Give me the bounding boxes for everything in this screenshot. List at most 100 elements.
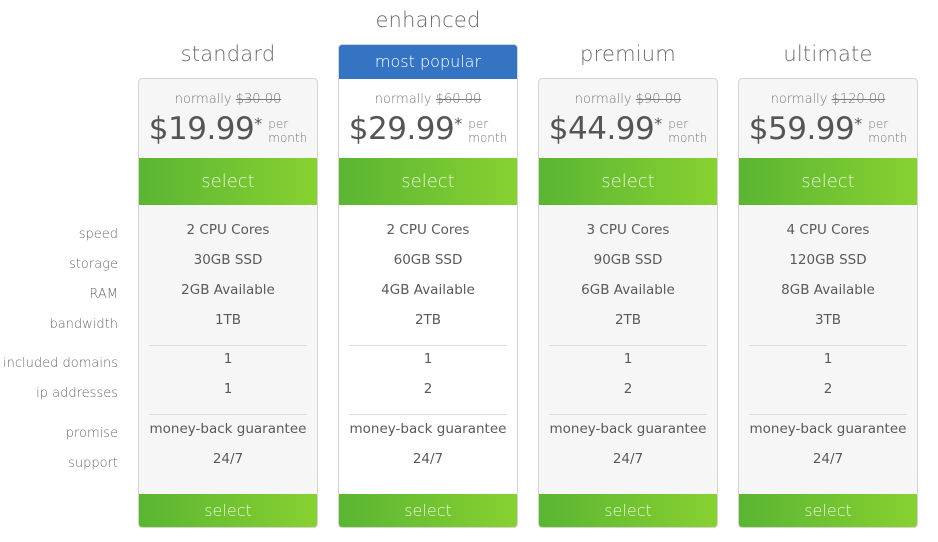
feature-value-support: 24/7 (812, 451, 844, 467)
label-storage: storage (69, 257, 118, 272)
normal-price-line: normally $30.00 (139, 92, 317, 107)
feature-value-included-domains: 1 (623, 351, 633, 367)
per-label: per (468, 117, 489, 131)
feature-value-bandwidth: 1TB (214, 312, 242, 328)
per-label: per (868, 117, 889, 131)
plan-name: premium (580, 42, 676, 66)
price-row: $29.99 * per month (339, 109, 517, 149)
month-label: month (268, 131, 308, 145)
plan-name: ultimate (783, 42, 873, 66)
plan-enhanced: enhanced most popular normally $60.00 $2… (338, 0, 518, 542)
most-popular-ribbon: most popular (339, 45, 517, 79)
feature-value-promise: money-back guarantee (749, 421, 907, 437)
normally-label: normally (374, 92, 432, 107)
sale-price: $44.99 (548, 111, 655, 147)
feature-value-ram: 8GB Available (781, 282, 875, 298)
row-divider (349, 414, 507, 415)
feature-value-included-domains: 1 (423, 351, 433, 367)
sale-price: $19.99 (148, 111, 255, 147)
sale-price: $29.99 (348, 111, 455, 147)
per-label: per (668, 117, 689, 131)
plan-ultimate: ultimate normally $120.00 $59.99 * per m… (738, 0, 918, 542)
plan-card: most popular normally $60.00 $29.99 * pe… (338, 44, 518, 528)
per-label: per (268, 117, 289, 131)
row-divider (349, 345, 507, 346)
per-month-label: per month (668, 117, 707, 145)
feature-value-speed: 4 CPU Cores (786, 222, 870, 238)
label-ram: RAM (89, 287, 118, 302)
label-ip-addresses: ip addresses (36, 386, 118, 401)
feature-value-promise: money-back guarantee (349, 421, 507, 437)
label-promise: promise (65, 426, 118, 441)
price-asterisk: * (454, 114, 463, 133)
feature-value-bandwidth: 2TB (614, 312, 642, 328)
select-button-bottom[interactable]: select (139, 494, 317, 527)
plan-standard: standard normally $30.00 $19.99 * per mo… (138, 0, 318, 542)
select-button-top[interactable]: select (339, 158, 517, 205)
plan-name: standard (180, 42, 276, 66)
price-box: normally $60.00 $29.99 * per month (339, 79, 517, 158)
normal-price: $90.00 (635, 92, 682, 107)
price-asterisk: * (254, 114, 263, 133)
feature-value-support: 24/7 (212, 451, 244, 467)
plan-card: normally $90.00 $44.99 * per month selec… (538, 78, 718, 528)
normal-price-line: normally $90.00 (539, 92, 717, 107)
price-box: normally $90.00 $44.99 * per month (539, 79, 717, 158)
month-label: month (468, 131, 508, 145)
feature-value-ram: 4GB Available (381, 282, 475, 298)
price-box: normally $30.00 $19.99 * per month (139, 79, 317, 158)
select-button-top[interactable]: select (739, 158, 917, 205)
label-included-domains: included domains (3, 356, 118, 371)
feature-value-support: 24/7 (612, 451, 644, 467)
feature-value-included-domains: 1 (823, 351, 833, 367)
row-divider (549, 414, 707, 415)
select-button-top[interactable]: select (139, 158, 317, 205)
plan-card: normally $30.00 $19.99 * per month selec… (138, 78, 318, 528)
price-row: $44.99 * per month (539, 109, 717, 149)
month-label: month (668, 131, 708, 145)
normal-price: $60.00 (435, 92, 482, 107)
normal-price-line: normally $120.00 (739, 92, 917, 107)
per-month-label: per month (468, 117, 507, 145)
price-asterisk: * (654, 114, 663, 133)
feature-value-storage: 120GB SSD (789, 252, 867, 268)
normal-price: $30.00 (235, 92, 282, 107)
plan-premium: premium normally $90.00 $44.99 * per mon… (538, 0, 718, 542)
price-row: $59.99 * per month (739, 109, 917, 149)
feature-value-speed: 2 CPU Cores (186, 222, 270, 238)
row-divider (749, 345, 907, 346)
month-label: month (868, 131, 908, 145)
feature-value-ip-addresses: 2 (423, 381, 433, 397)
feature-value-ip-addresses: 1 (223, 381, 233, 397)
row-divider (149, 345, 307, 346)
select-button-bottom[interactable]: select (539, 494, 717, 527)
feature-value-speed: 3 CPU Cores (586, 222, 670, 238)
normally-label: normally (770, 92, 828, 107)
row-divider (749, 414, 907, 415)
row-divider (549, 345, 707, 346)
feature-value-bandwidth: 3TB (814, 312, 842, 328)
price-asterisk: * (854, 114, 863, 133)
feature-value-speed: 2 CPU Cores (386, 222, 470, 238)
feature-value-included-domains: 1 (223, 351, 233, 367)
row-divider (149, 414, 307, 415)
select-button-top[interactable]: select (539, 158, 717, 205)
select-button-bottom[interactable]: select (739, 494, 917, 527)
plan-card: normally $120.00 $59.99 * per month sele… (738, 78, 918, 528)
price-row: $19.99 * per month (139, 109, 317, 149)
label-support: support (68, 456, 118, 471)
normal-price-line: normally $60.00 (339, 92, 517, 107)
select-button-bottom[interactable]: select (339, 494, 517, 527)
feature-value-ip-addresses: 2 (823, 381, 833, 397)
feature-value-storage: 60GB SSD (393, 252, 463, 268)
feature-value-storage: 90GB SSD (593, 252, 663, 268)
feature-value-ip-addresses: 2 (623, 381, 633, 397)
normally-label: normally (574, 92, 632, 107)
normally-label: normally (174, 92, 232, 107)
per-month-label: per month (268, 117, 307, 145)
normal-price: $120.00 (831, 92, 886, 107)
feature-value-promise: money-back guarantee (549, 421, 707, 437)
label-bandwidth: bandwidth (49, 317, 118, 332)
feature-value-bandwidth: 2TB (414, 312, 442, 328)
feature-value-promise: money-back guarantee (149, 421, 307, 437)
